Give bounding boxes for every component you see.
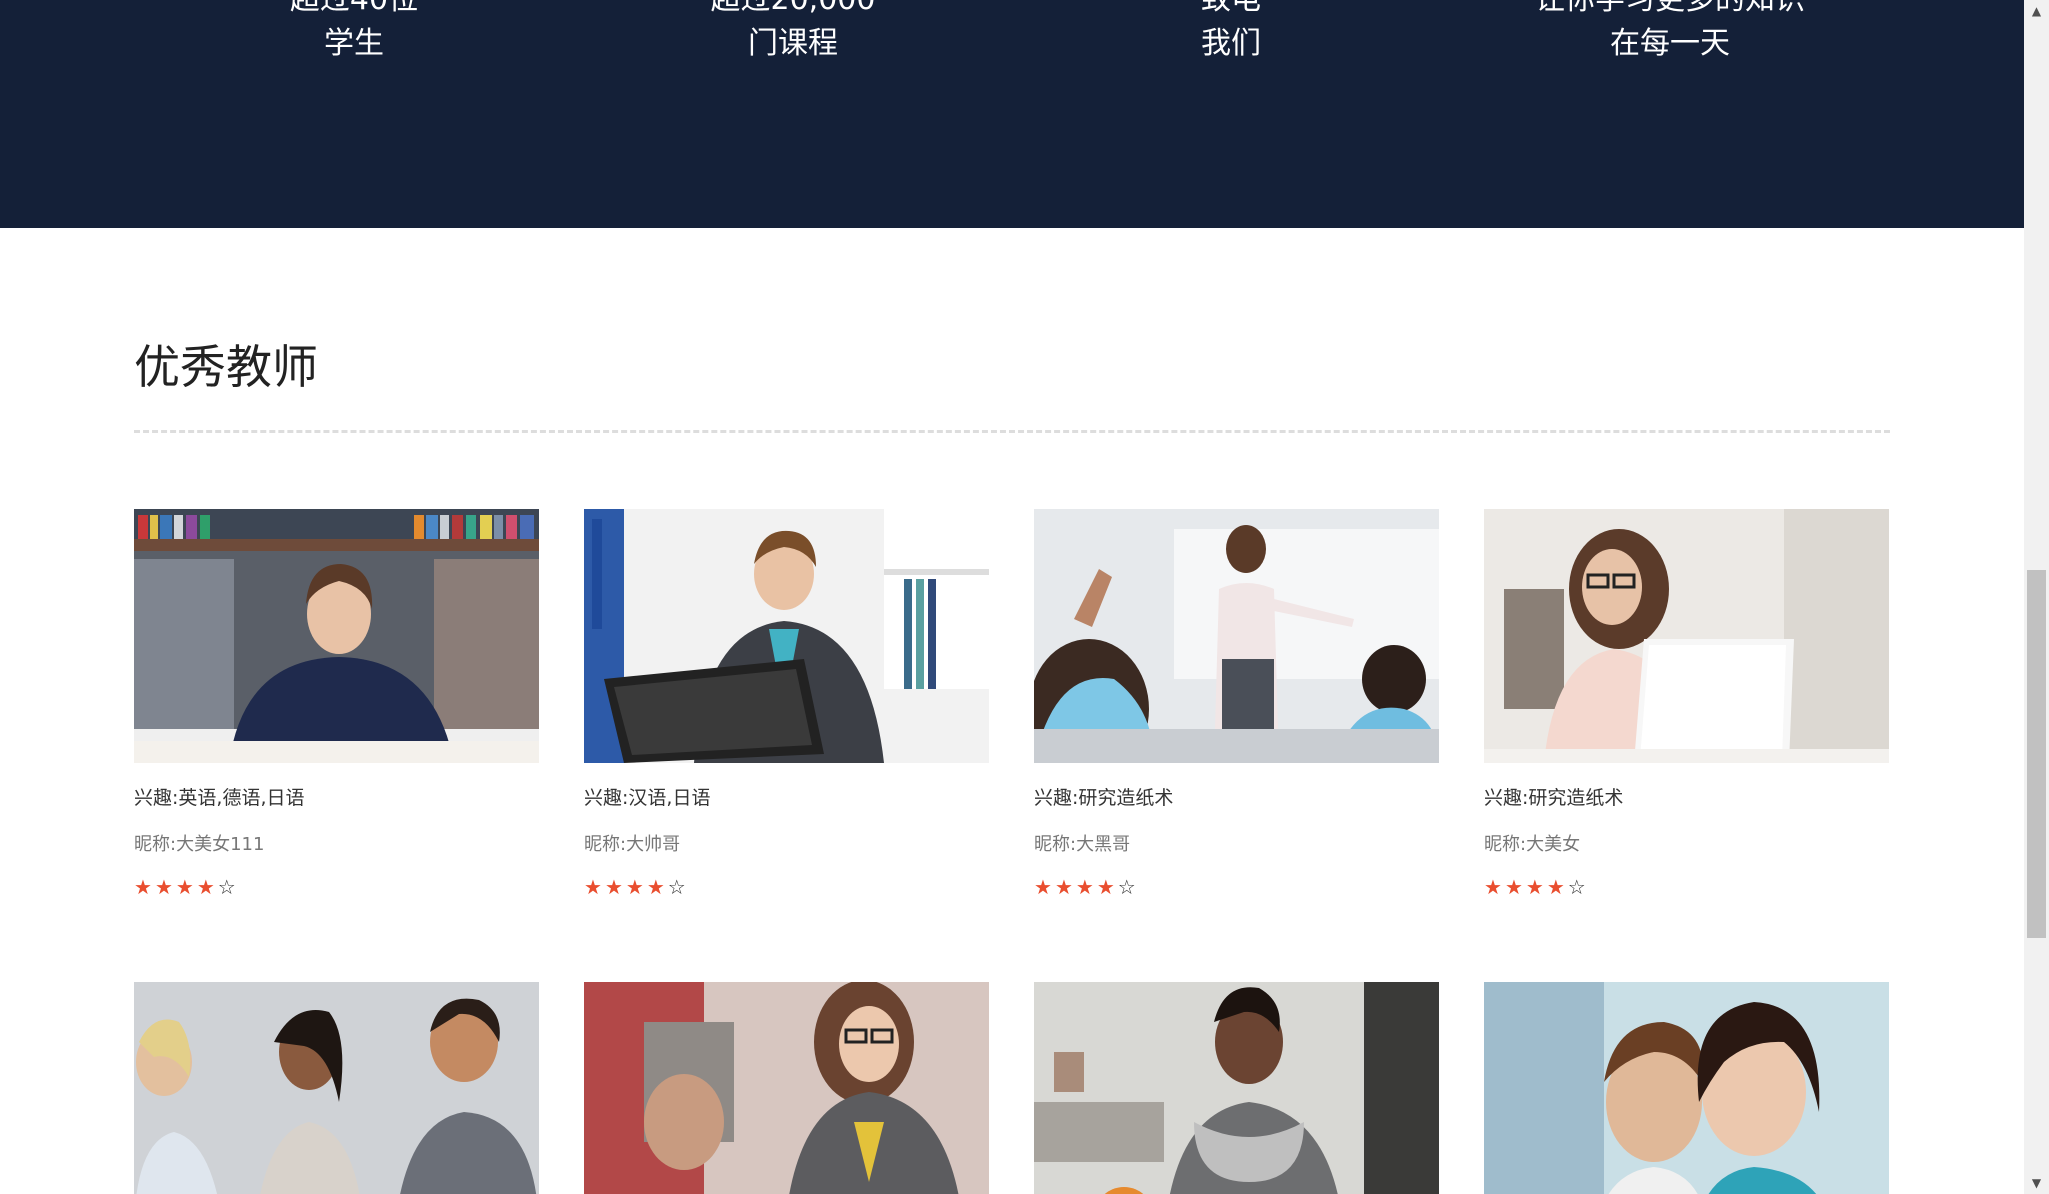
star-full-icon: ★ — [1034, 875, 1055, 899]
page: 超过40位 学生 超过20,000 门课程 致电 我们 让你学习更多的知识 在每… — [0, 0, 2049, 1194]
star-empty-icon: ☆ — [217, 875, 239, 899]
teacher-card[interactable] — [1034, 982, 1439, 1194]
stat-line2: 学生 — [324, 26, 384, 61]
teacher-photo-woman-library[interactable] — [134, 509, 539, 763]
teacher-photo-woman-glasses-laptop[interactable] — [1484, 509, 1889, 763]
teacher-rating: ★★★★☆ — [584, 875, 689, 899]
stat-line1: 让你学习更多的知识 — [1470, 0, 1870, 22]
star-full-icon: ★ — [1054, 875, 1076, 899]
section-title: 优秀教师 — [134, 340, 318, 394]
teacher-card[interactable]: 兴趣:英语,德语,日语 昵称:大美女111 ★★★★☆ — [134, 509, 539, 899]
teacher-rating: ★★★★☆ — [1484, 875, 1589, 899]
teacher-card[interactable] — [134, 982, 539, 1194]
stat-line1: 超过20,000 — [593, 0, 993, 22]
scroll-up-arrow-icon[interactable]: ▲ — [2024, 0, 2049, 22]
teacher-nickname: 昵称:大美女 — [1484, 834, 1581, 855]
stat-line1: 超过40位 — [154, 0, 554, 22]
stat-students: 超过40位 学生 — [154, 0, 554, 66]
stat-courses: 超过20,000 门课程 — [593, 0, 993, 66]
teacher-rating: ★★★★☆ — [1034, 875, 1139, 899]
stat-line1: 致电 — [1031, 0, 1431, 22]
star-full-icon: ★ — [1484, 875, 1505, 899]
stat-learn-more: 让你学习更多的知识 在每一天 — [1470, 0, 1870, 66]
stat-line2: 在每一天 — [1610, 26, 1730, 61]
teacher-interest: 兴趣:汉语,日语 — [584, 787, 711, 809]
teacher-rating: ★★★★☆ — [134, 875, 239, 899]
star-full-icon: ★ — [1546, 875, 1568, 899]
teacher-card[interactable]: 兴趣:研究造纸术 昵称:大美女 ★★★★☆ — [1484, 509, 1889, 899]
star-full-icon: ★ — [1504, 875, 1526, 899]
star-full-icon: ★ — [134, 875, 155, 899]
star-empty-icon: ☆ — [1567, 875, 1589, 899]
star-full-icon: ★ — [175, 875, 197, 899]
stat-call-us: 致电 我们 — [1031, 0, 1431, 66]
teacher-photo-group-students[interactable] — [134, 982, 539, 1194]
star-full-icon: ★ — [154, 875, 176, 899]
teacher-card[interactable] — [1484, 982, 1889, 1194]
teacher-card[interactable] — [584, 982, 989, 1194]
section-divider — [134, 430, 1890, 433]
teacher-interest: 兴趣:英语,德语,日语 — [134, 787, 305, 809]
teacher-nickname: 昵称:大黑哥 — [1034, 834, 1131, 855]
stats-band: 超过40位 学生 超过20,000 门课程 致电 我们 让你学习更多的知识 在每… — [0, 0, 2024, 228]
star-full-icon: ★ — [1075, 875, 1097, 899]
teacher-photo-man-headset-laptop[interactable] — [584, 509, 989, 763]
teacher-interest: 兴趣:研究造纸术 — [1034, 787, 1174, 809]
star-full-icon: ★ — [604, 875, 626, 899]
star-full-icon: ★ — [584, 875, 605, 899]
teacher-card[interactable]: 兴趣:汉语,日语 昵称:大帅哥 ★★★★☆ — [584, 509, 989, 899]
teacher-photo-student-writing[interactable] — [1034, 982, 1439, 1194]
stat-line2: 门课程 — [748, 26, 838, 61]
star-full-icon: ★ — [625, 875, 647, 899]
teacher-photo-woman-glasses-office[interactable] — [584, 982, 989, 1194]
star-empty-icon: ☆ — [667, 875, 689, 899]
scrollbar-thumb[interactable] — [2027, 570, 2046, 938]
star-full-icon: ★ — [196, 875, 218, 899]
star-full-icon: ★ — [1525, 875, 1547, 899]
star-full-icon: ★ — [646, 875, 668, 899]
teacher-interest: 兴趣:研究造纸术 — [1484, 787, 1624, 809]
teacher-nickname: 昵称:大美女111 — [134, 834, 265, 855]
teacher-card[interactable]: 兴趣:研究造纸术 昵称:大黑哥 ★★★★☆ — [1034, 509, 1439, 899]
star-empty-icon: ☆ — [1117, 875, 1139, 899]
teacher-photo-couple-smiling[interactable] — [1484, 982, 1889, 1194]
scroll-down-arrow-icon[interactable]: ▼ — [2024, 1172, 2049, 1194]
teacher-photo-man-classroom[interactable] — [1034, 509, 1439, 763]
star-full-icon: ★ — [1096, 875, 1118, 899]
teacher-nickname: 昵称:大帅哥 — [584, 834, 681, 855]
stat-line2: 我们 — [1201, 26, 1261, 61]
